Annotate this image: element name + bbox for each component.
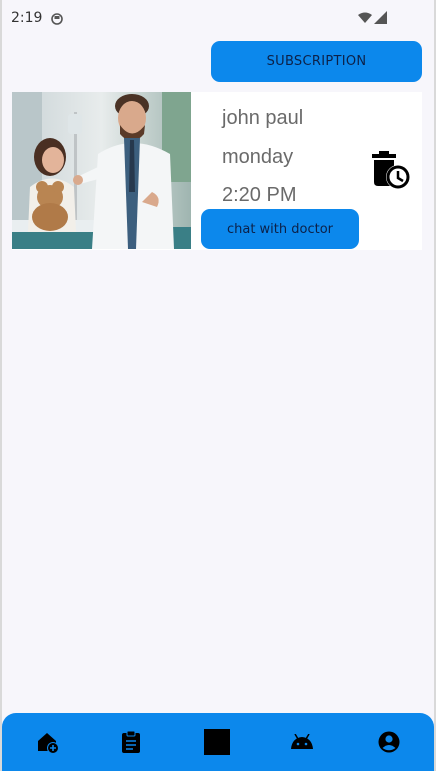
doctor-name: john paul bbox=[222, 107, 304, 129]
clipboard-icon[interactable] bbox=[114, 713, 148, 771]
android-icon[interactable] bbox=[285, 713, 319, 771]
appointment-time: 2:20 PM bbox=[222, 184, 297, 206]
app-screen: 2:19 SUBSCRIPTION john paul monday 2:20 … bbox=[2, 0, 434, 771]
home-add-icon[interactable] bbox=[30, 713, 64, 771]
wifi-icon bbox=[358, 11, 372, 23]
doctor-with-child-photo bbox=[12, 92, 191, 249]
appointment-day: monday bbox=[222, 146, 294, 168]
status-time: 2:19 bbox=[11, 10, 43, 26]
status-bar: 2:19 bbox=[2, 0, 434, 34]
cell-signal-icon bbox=[374, 11, 387, 24]
subscription-button[interactable]: SUBSCRIPTION bbox=[211, 41, 422, 82]
app-notification-icon bbox=[51, 12, 63, 25]
square-icon[interactable] bbox=[200, 713, 234, 771]
account-circle-icon[interactable] bbox=[372, 713, 406, 771]
delete-schedule-icon[interactable] bbox=[370, 150, 412, 192]
bottom-navigation bbox=[2, 713, 434, 771]
chat-with-doctor-button[interactable]: chat with doctor bbox=[201, 209, 359, 249]
